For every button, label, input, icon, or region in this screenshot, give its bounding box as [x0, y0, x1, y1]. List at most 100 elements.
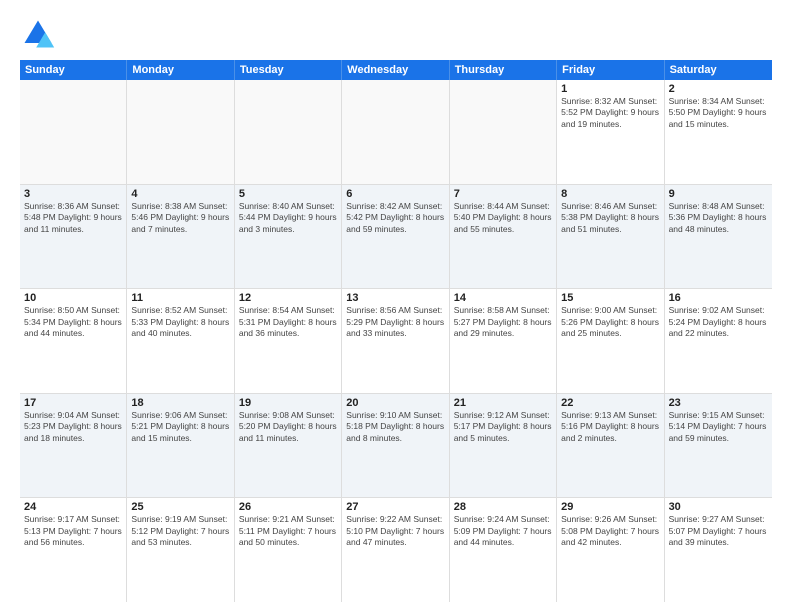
day-cell-21: 21Sunrise: 9:12 AM Sunset: 5:17 PM Dayli… [450, 394, 557, 498]
day-cell-28: 28Sunrise: 9:24 AM Sunset: 5:09 PM Dayli… [450, 498, 557, 602]
day-number: 7 [454, 188, 552, 200]
day-cell-5: 5Sunrise: 8:40 AM Sunset: 5:44 PM Daylig… [235, 185, 342, 289]
day-cell-15: 15Sunrise: 9:00 AM Sunset: 5:26 PM Dayli… [557, 289, 664, 393]
day-number: 1 [561, 83, 659, 95]
day-cell-2: 2Sunrise: 8:34 AM Sunset: 5:50 PM Daylig… [665, 80, 772, 184]
day-number: 13 [346, 292, 444, 304]
header-day-tuesday: Tuesday [235, 60, 342, 80]
day-number: 6 [346, 188, 444, 200]
header-day-thursday: Thursday [450, 60, 557, 80]
day-cell-25: 25Sunrise: 9:19 AM Sunset: 5:12 PM Dayli… [127, 498, 234, 602]
day-info: Sunrise: 8:38 AM Sunset: 5:46 PM Dayligh… [131, 201, 229, 235]
logo [20, 16, 60, 52]
day-info: Sunrise: 9:27 AM Sunset: 5:07 PM Dayligh… [669, 514, 768, 548]
day-number: 3 [24, 188, 122, 200]
header-day-friday: Friday [557, 60, 664, 80]
day-info: Sunrise: 9:19 AM Sunset: 5:12 PM Dayligh… [131, 514, 229, 548]
day-number: 22 [561, 397, 659, 409]
day-info: Sunrise: 8:48 AM Sunset: 5:36 PM Dayligh… [669, 201, 768, 235]
day-info: Sunrise: 8:54 AM Sunset: 5:31 PM Dayligh… [239, 305, 337, 339]
empty-cell [127, 80, 234, 184]
empty-cell [20, 80, 127, 184]
day-number: 5 [239, 188, 337, 200]
header [20, 16, 772, 52]
day-cell-19: 19Sunrise: 9:08 AM Sunset: 5:20 PM Dayli… [235, 394, 342, 498]
day-number: 26 [239, 501, 337, 513]
day-number: 12 [239, 292, 337, 304]
day-number: 17 [24, 397, 122, 409]
day-cell-30: 30Sunrise: 9:27 AM Sunset: 5:07 PM Dayli… [665, 498, 772, 602]
header-day-saturday: Saturday [665, 60, 772, 80]
day-info: Sunrise: 8:34 AM Sunset: 5:50 PM Dayligh… [669, 96, 768, 130]
day-cell-10: 10Sunrise: 8:50 AM Sunset: 5:34 PM Dayli… [20, 289, 127, 393]
day-info: Sunrise: 8:50 AM Sunset: 5:34 PM Dayligh… [24, 305, 122, 339]
day-info: Sunrise: 9:04 AM Sunset: 5:23 PM Dayligh… [24, 410, 122, 444]
day-info: Sunrise: 8:56 AM Sunset: 5:29 PM Dayligh… [346, 305, 444, 339]
calendar-body: 1Sunrise: 8:32 AM Sunset: 5:52 PM Daylig… [20, 80, 772, 602]
day-number: 23 [669, 397, 768, 409]
day-number: 11 [131, 292, 229, 304]
calendar: SundayMondayTuesdayWednesdayThursdayFrid… [20, 60, 772, 602]
day-cell-17: 17Sunrise: 9:04 AM Sunset: 5:23 PM Dayli… [20, 394, 127, 498]
day-cell-12: 12Sunrise: 8:54 AM Sunset: 5:31 PM Dayli… [235, 289, 342, 393]
day-cell-13: 13Sunrise: 8:56 AM Sunset: 5:29 PM Dayli… [342, 289, 449, 393]
day-info: Sunrise: 8:46 AM Sunset: 5:38 PM Dayligh… [561, 201, 659, 235]
day-cell-1: 1Sunrise: 8:32 AM Sunset: 5:52 PM Daylig… [557, 80, 664, 184]
day-info: Sunrise: 8:40 AM Sunset: 5:44 PM Dayligh… [239, 201, 337, 235]
empty-cell [235, 80, 342, 184]
day-cell-4: 4Sunrise: 8:38 AM Sunset: 5:46 PM Daylig… [127, 185, 234, 289]
calendar-header: SundayMondayTuesdayWednesdayThursdayFrid… [20, 60, 772, 80]
day-info: Sunrise: 9:21 AM Sunset: 5:11 PM Dayligh… [239, 514, 337, 548]
day-number: 29 [561, 501, 659, 513]
calendar-row: 3Sunrise: 8:36 AM Sunset: 5:48 PM Daylig… [20, 185, 772, 290]
day-info: Sunrise: 9:10 AM Sunset: 5:18 PM Dayligh… [346, 410, 444, 444]
day-info: Sunrise: 8:52 AM Sunset: 5:33 PM Dayligh… [131, 305, 229, 339]
day-cell-29: 29Sunrise: 9:26 AM Sunset: 5:08 PM Dayli… [557, 498, 664, 602]
day-cell-8: 8Sunrise: 8:46 AM Sunset: 5:38 PM Daylig… [557, 185, 664, 289]
day-number: 28 [454, 501, 552, 513]
day-number: 18 [131, 397, 229, 409]
day-number: 9 [669, 188, 768, 200]
day-number: 19 [239, 397, 337, 409]
page: SundayMondayTuesdayWednesdayThursdayFrid… [0, 0, 792, 612]
day-number: 16 [669, 292, 768, 304]
header-day-monday: Monday [127, 60, 234, 80]
empty-cell [450, 80, 557, 184]
logo-icon [20, 16, 56, 52]
day-number: 25 [131, 501, 229, 513]
calendar-row: 10Sunrise: 8:50 AM Sunset: 5:34 PM Dayli… [20, 289, 772, 394]
day-cell-3: 3Sunrise: 8:36 AM Sunset: 5:48 PM Daylig… [20, 185, 127, 289]
day-number: 4 [131, 188, 229, 200]
day-cell-16: 16Sunrise: 9:02 AM Sunset: 5:24 PM Dayli… [665, 289, 772, 393]
day-info: Sunrise: 9:08 AM Sunset: 5:20 PM Dayligh… [239, 410, 337, 444]
day-number: 30 [669, 501, 768, 513]
empty-cell [342, 80, 449, 184]
day-info: Sunrise: 8:42 AM Sunset: 5:42 PM Dayligh… [346, 201, 444, 235]
calendar-row: 1Sunrise: 8:32 AM Sunset: 5:52 PM Daylig… [20, 80, 772, 185]
day-info: Sunrise: 9:00 AM Sunset: 5:26 PM Dayligh… [561, 305, 659, 339]
header-day-wednesday: Wednesday [342, 60, 449, 80]
day-info: Sunrise: 8:58 AM Sunset: 5:27 PM Dayligh… [454, 305, 552, 339]
day-info: Sunrise: 9:02 AM Sunset: 5:24 PM Dayligh… [669, 305, 768, 339]
calendar-row: 17Sunrise: 9:04 AM Sunset: 5:23 PM Dayli… [20, 394, 772, 499]
header-day-sunday: Sunday [20, 60, 127, 80]
day-number: 15 [561, 292, 659, 304]
day-info: Sunrise: 9:26 AM Sunset: 5:08 PM Dayligh… [561, 514, 659, 548]
day-cell-6: 6Sunrise: 8:42 AM Sunset: 5:42 PM Daylig… [342, 185, 449, 289]
day-info: Sunrise: 9:22 AM Sunset: 5:10 PM Dayligh… [346, 514, 444, 548]
day-number: 8 [561, 188, 659, 200]
day-cell-27: 27Sunrise: 9:22 AM Sunset: 5:10 PM Dayli… [342, 498, 449, 602]
day-cell-18: 18Sunrise: 9:06 AM Sunset: 5:21 PM Dayli… [127, 394, 234, 498]
day-number: 14 [454, 292, 552, 304]
day-cell-24: 24Sunrise: 9:17 AM Sunset: 5:13 PM Dayli… [20, 498, 127, 602]
calendar-row: 24Sunrise: 9:17 AM Sunset: 5:13 PM Dayli… [20, 498, 772, 602]
day-cell-11: 11Sunrise: 8:52 AM Sunset: 5:33 PM Dayli… [127, 289, 234, 393]
day-info: Sunrise: 8:32 AM Sunset: 5:52 PM Dayligh… [561, 96, 659, 130]
day-number: 10 [24, 292, 122, 304]
day-cell-9: 9Sunrise: 8:48 AM Sunset: 5:36 PM Daylig… [665, 185, 772, 289]
day-info: Sunrise: 9:06 AM Sunset: 5:21 PM Dayligh… [131, 410, 229, 444]
day-number: 21 [454, 397, 552, 409]
day-number: 2 [669, 83, 768, 95]
day-info: Sunrise: 8:36 AM Sunset: 5:48 PM Dayligh… [24, 201, 122, 235]
day-cell-20: 20Sunrise: 9:10 AM Sunset: 5:18 PM Dayli… [342, 394, 449, 498]
